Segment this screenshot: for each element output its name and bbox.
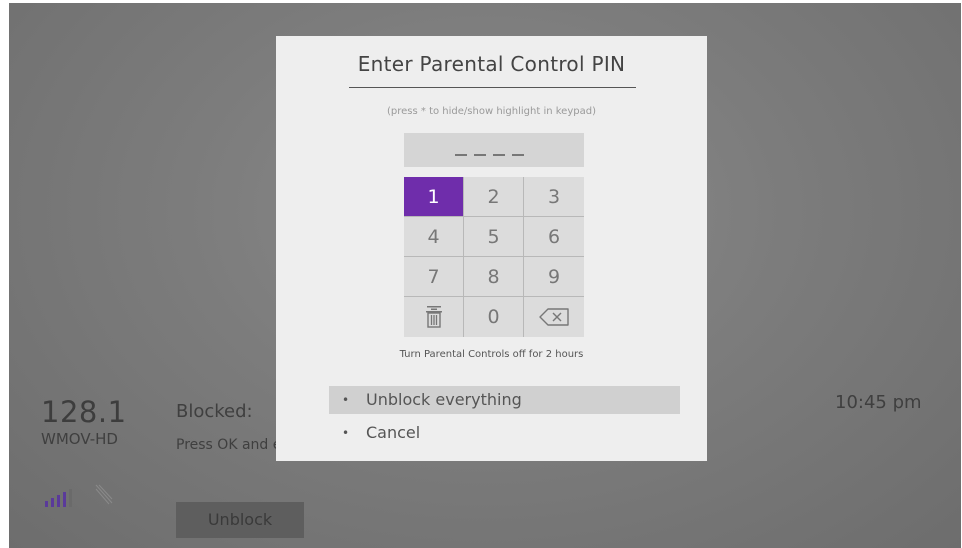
channel-name: WMOV-HD xyxy=(41,430,118,448)
bullet-icon: • xyxy=(342,426,350,440)
key-7[interactable]: 7 xyxy=(404,257,464,297)
key-8[interactable]: 8 xyxy=(464,257,524,297)
pin-keypad: 1 2 3 4 5 6 7 8 9 0 xyxy=(404,177,584,337)
key-backspace[interactable] xyxy=(524,297,584,337)
option-label: Cancel xyxy=(366,423,421,442)
key-1[interactable]: 1 xyxy=(404,177,464,217)
key-9[interactable]: 9 xyxy=(524,257,584,297)
turn-off-label: Turn Parental Controls off for 2 hours xyxy=(399,349,584,360)
option-unblock-everything[interactable]: • Unblock everything xyxy=(329,386,680,414)
tv-screen: 128.1 WMOV-HD Blocked: Press OK and ente… xyxy=(9,3,961,548)
parental-pin-dialog: Enter Parental Control PIN (press * to h… xyxy=(276,36,707,461)
backspace-icon xyxy=(539,308,569,326)
channel-number: 128.1 xyxy=(41,395,127,429)
keypad-hint: (press * to hide/show highlight in keypa… xyxy=(387,106,596,117)
key-4[interactable]: 4 xyxy=(404,217,464,257)
bullet-icon: • xyxy=(342,393,350,407)
trash-icon xyxy=(425,306,442,328)
key-2[interactable]: 2 xyxy=(464,177,524,217)
key-clear[interactable] xyxy=(404,297,464,337)
title-divider xyxy=(349,87,636,88)
signal-strength-icon xyxy=(45,481,115,507)
blocked-description: Press OK and enter your PIN to unblock t… xyxy=(176,437,286,453)
option-label: Unblock everything xyxy=(366,390,522,409)
key-5[interactable]: 5 xyxy=(464,217,524,257)
key-0[interactable]: 0 xyxy=(464,297,524,337)
key-6[interactable]: 6 xyxy=(524,217,584,257)
dialog-title: Enter Parental Control PIN xyxy=(357,52,626,76)
pin-input[interactable] xyxy=(404,133,584,167)
option-cancel[interactable]: • Cancel xyxy=(329,419,680,447)
clock: 10:45 pm xyxy=(835,392,922,413)
unblock-button[interactable]: Unblock xyxy=(176,502,304,538)
key-3[interactable]: 3 xyxy=(524,177,584,217)
blocked-title: Blocked: xyxy=(176,401,253,422)
